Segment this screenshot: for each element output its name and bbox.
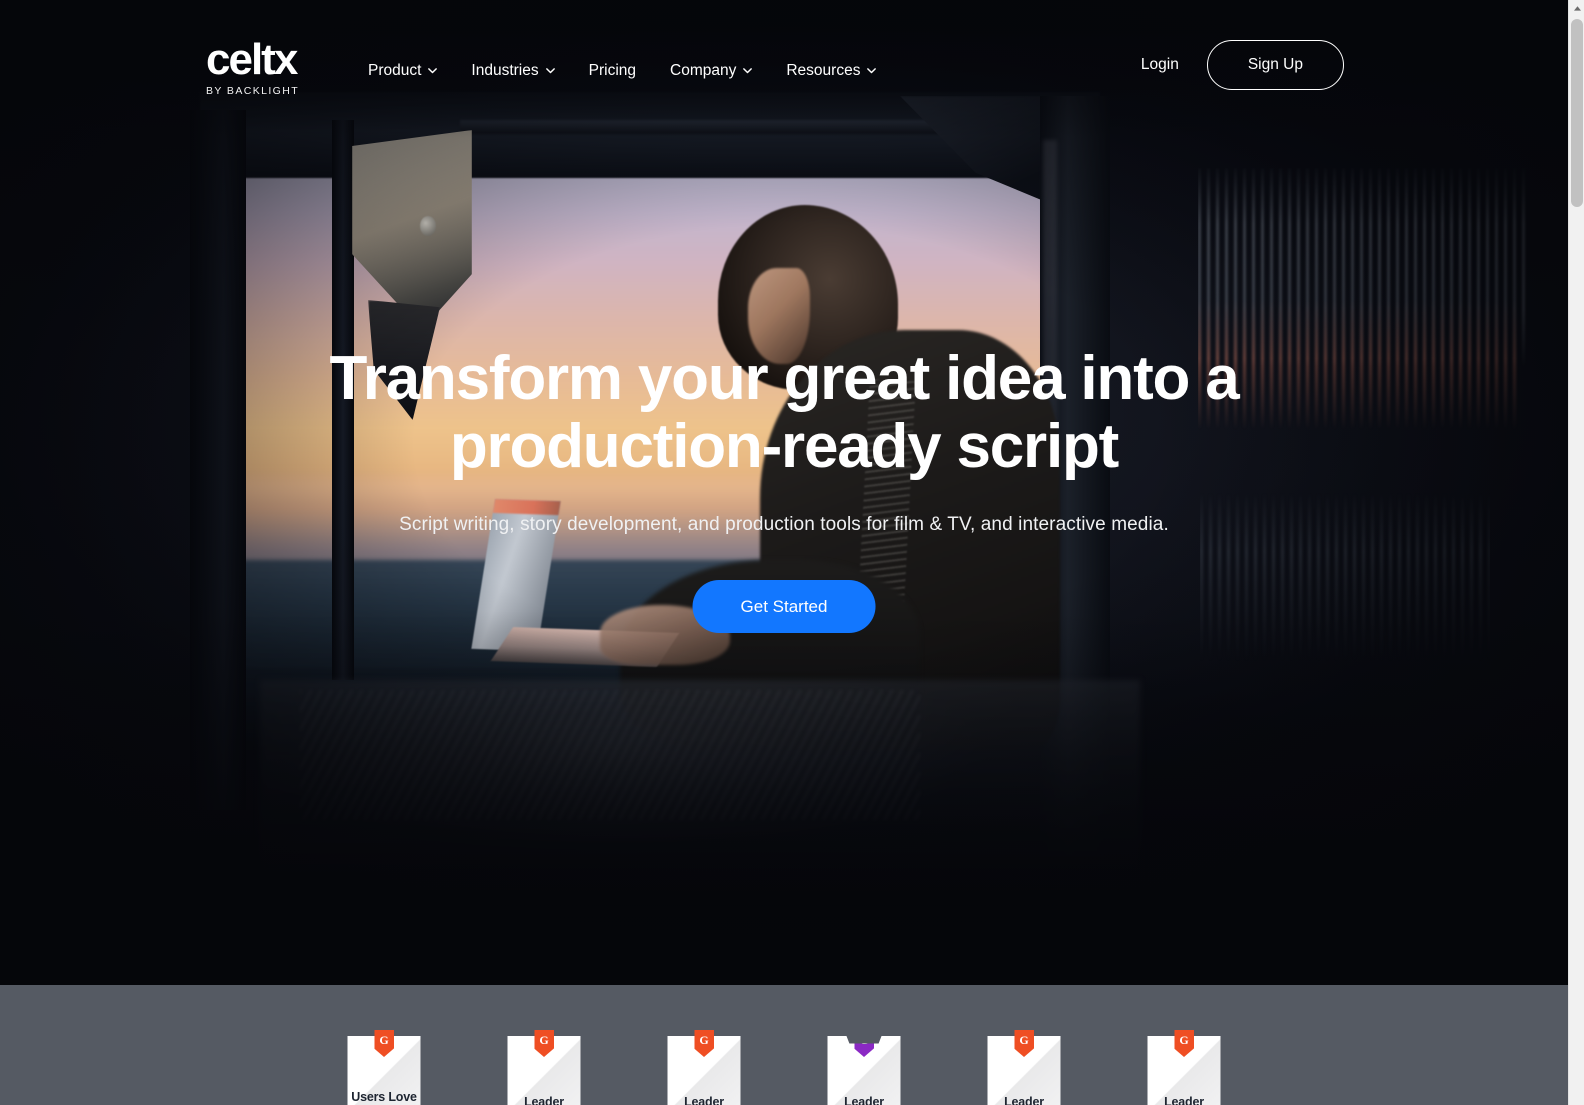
g2-badge-row: G Users Love Us G Leader SPRING	[347, 1030, 1221, 1105]
g2-shield-icon: G	[1014, 1030, 1034, 1057]
g2-badge-leader-summer[interactable]: G Leader SUMMER	[1147, 1030, 1221, 1105]
hero-background-image	[0, 0, 1568, 985]
celtx-logo[interactable]: celtx BY BACKLIGHT	[206, 35, 330, 98]
logo-wordmark: celtx	[206, 35, 298, 84]
nav-item-resources[interactable]: Resources	[786, 56, 894, 86]
g2-glyph: G	[379, 1033, 389, 1047]
top-navigation-bar: celtx BY BACKLIGHT Product Industries Pr…	[0, 0, 1568, 138]
nav-item-industries-label: Industries	[471, 62, 539, 79]
badge-title: Users Love Us	[351, 1089, 417, 1105]
g2-shield-icon: G	[534, 1030, 554, 1057]
g2-badge-band: G Users Love Us G Leader SPRING	[0, 985, 1568, 1105]
g2-badge-leader-fall[interactable]: G Leader FALL	[987, 1030, 1061, 1105]
nav-account-actions: Login Sign Up	[1141, 40, 1344, 90]
chevron-down-icon	[427, 65, 438, 75]
browser-viewport: Transform your great idea into a product…	[0, 0, 1584, 1105]
g2-shield-icon: G	[854, 1033, 874, 1057]
g2-glyph: G	[699, 1033, 709, 1047]
g2-glyph: G	[539, 1033, 549, 1047]
g2-glyph: G	[1019, 1033, 1029, 1047]
g2-shield-icon: G	[1174, 1030, 1194, 1057]
hero-cta-wrapper: Get Started	[692, 580, 876, 633]
sign-up-button[interactable]: Sign Up	[1206, 40, 1344, 90]
badge-title: Leader	[1164, 1094, 1204, 1105]
chevron-down-icon	[742, 65, 753, 75]
badge-title: Leader	[684, 1094, 724, 1105]
page-content: Transform your great idea into a product…	[0, 0, 1568, 1105]
g2-shield-icon: G	[374, 1030, 394, 1057]
scrollbar-thumb[interactable]	[1571, 19, 1583, 207]
hero-section: Transform your great idea into a product…	[0, 0, 1568, 985]
nav-item-product-label: Product	[368, 62, 422, 79]
nav-item-company[interactable]: Company	[670, 56, 770, 86]
badge-card: G Users Love Us	[347, 1030, 421, 1105]
g2-badge-users-love-us[interactable]: G Users Love Us	[347, 1030, 421, 1105]
nav-item-company-label: Company	[670, 62, 737, 79]
g2-badge-leader-winter[interactable]: G Leader WINTER	[667, 1030, 741, 1105]
logo-tagline: BY BACKLIGHT	[206, 85, 300, 98]
g2-glyph: G	[1179, 1033, 1189, 1047]
nav-item-pricing[interactable]: Pricing	[589, 56, 654, 86]
nav-item-industries[interactable]: Industries	[471, 56, 572, 86]
badge-title: Leader	[844, 1094, 884, 1105]
g2-badge-leader-spring[interactable]: G Leader SPRING	[507, 1030, 581, 1105]
get-started-button[interactable]: Get Started	[692, 580, 876, 633]
g2-shield-icon: G	[694, 1030, 714, 1057]
g2-badge-leader-fall-purple[interactable]: G Leader FALL	[827, 1036, 901, 1105]
badge-card: G Leader SPRING	[507, 1030, 581, 1105]
hero-headline: Transform your great idea into a product…	[329, 344, 1239, 482]
blanket-texture	[300, 690, 920, 820]
hero-subheadline: Script writing, story development, and p…	[399, 514, 1169, 535]
g2-glyph: G	[859, 1033, 869, 1047]
door-latch	[420, 216, 436, 236]
nav-item-pricing-label: Pricing	[588, 62, 637, 79]
badge-title: Leader	[524, 1094, 564, 1105]
scrollbar-up-arrow[interactable]	[1569, 0, 1584, 17]
van-door-left	[190, 110, 246, 810]
nav-item-product[interactable]: Product	[368, 56, 455, 86]
badge-card: G Leader WINTER	[667, 1030, 741, 1105]
badge-card: G Leader SUMMER	[1147, 1030, 1221, 1105]
chevron-down-icon	[866, 65, 877, 75]
primary-nav-links: Product Industries Pricing Company Resou…	[368, 56, 894, 86]
badge-card: G Leader FALL	[987, 1030, 1061, 1105]
badge-card: G Leader FALL	[827, 1036, 901, 1105]
login-link[interactable]: Login	[1141, 56, 1179, 74]
page-scrollbar[interactable]	[1568, 0, 1584, 1105]
nav-item-resources-label: Resources	[786, 62, 861, 79]
badge-title: Leader	[1004, 1094, 1044, 1105]
chevron-down-icon	[545, 65, 555, 75]
